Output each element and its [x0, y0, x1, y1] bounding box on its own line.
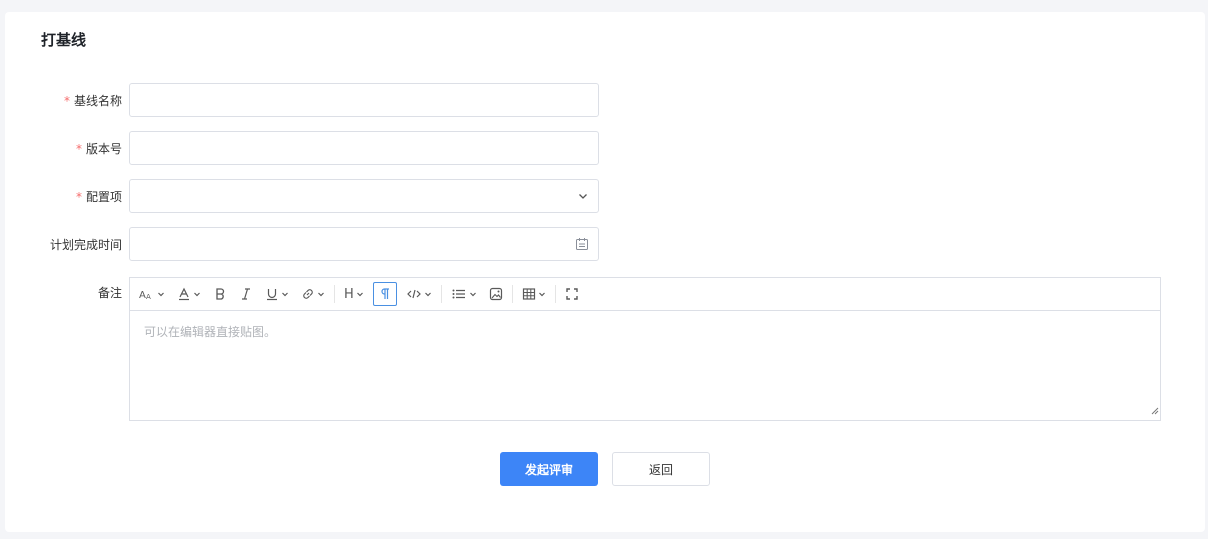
form-row-remark: 备注 AA H 可以在编辑器直接贴图。: [5, 277, 1161, 421]
code-icon[interactable]: [403, 282, 435, 306]
fullscreen-icon[interactable]: [562, 282, 582, 306]
svg-text:A: A: [146, 293, 151, 300]
toolbar-divider: [334, 285, 335, 303]
italic-icon[interactable]: [236, 282, 256, 306]
link-icon[interactable]: [298, 282, 328, 306]
font-size-icon[interactable]: AA: [136, 282, 168, 306]
editor-placeholder: 可以在编辑器直接贴图。: [144, 325, 277, 339]
back-button[interactable]: 返回: [612, 452, 710, 486]
form-row-planned-time: 计划完成时间: [5, 227, 599, 261]
image-icon[interactable]: [486, 282, 506, 306]
config-item-label: * 配置项: [75, 189, 122, 204]
svg-text:A: A: [139, 290, 146, 300]
toolbar-divider: [440, 285, 442, 303]
font-color-icon[interactable]: [174, 282, 204, 306]
bold-icon[interactable]: [210, 282, 230, 306]
form-row-baseline-name: * 基线名称: [5, 83, 599, 117]
baseline-name-label: * 基线名称: [63, 93, 122, 108]
editor-content[interactable]: 可以在编辑器直接贴图。: [130, 311, 1160, 352]
page-title: 打基线: [41, 31, 87, 49]
resize-handle-icon[interactable]: [1151, 400, 1159, 419]
toolbar-divider: [554, 285, 556, 303]
planned-time-input[interactable]: [129, 227, 599, 261]
paragraph-icon[interactable]: [372, 282, 397, 306]
required-mark: *: [75, 141, 82, 156]
heading-icon[interactable]: H: [341, 282, 367, 306]
config-item-value[interactable]: [129, 179, 599, 213]
table-icon[interactable]: [519, 282, 549, 306]
baseline-name-input[interactable]: [129, 83, 599, 117]
required-mark: *: [75, 189, 82, 204]
remark-label: 备注: [97, 286, 122, 300]
required-mark: *: [63, 93, 70, 108]
version-label: * 版本号: [75, 141, 122, 156]
chevron-down-icon[interactable]: [577, 190, 589, 202]
planned-time-picker[interactable]: [129, 227, 599, 261]
toolbar-divider: [511, 285, 513, 303]
form-card: 打基线 * 基线名称 * 版本号 * 配置项 计划完成时间 备注 A A H 可…: [5, 12, 1205, 532]
planned-time-label: 计划完成时间: [49, 237, 122, 252]
form-row-version: * 版本号: [5, 131, 599, 165]
rich-text-editor: AA H 可以在编辑器直接贴图。: [129, 277, 1161, 421]
submit-review-button[interactable]: 发起评审: [500, 452, 598, 486]
calendar-icon[interactable]: [575, 237, 589, 251]
form-row-config-item: * 配置项: [5, 179, 599, 213]
underline-icon[interactable]: [262, 282, 292, 306]
list-icon[interactable]: [448, 282, 480, 306]
version-input[interactable]: [129, 131, 599, 165]
editor-toolbar: AA H: [130, 278, 1160, 311]
config-item-select[interactable]: [129, 179, 599, 213]
